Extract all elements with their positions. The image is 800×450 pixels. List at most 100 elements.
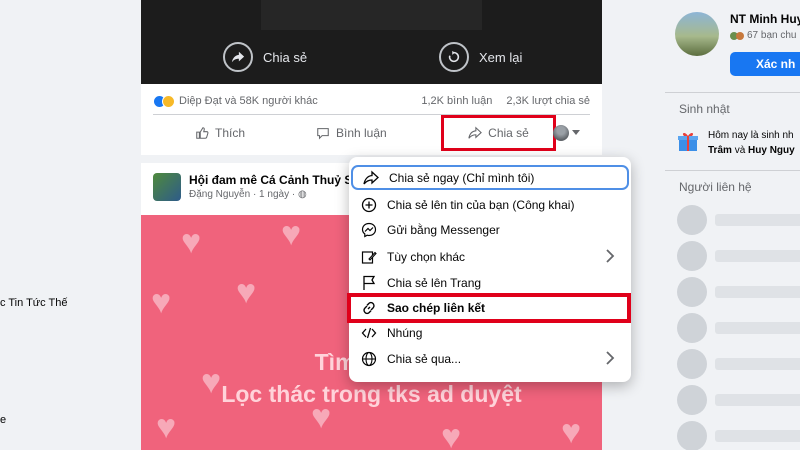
- heart-decoration: ♥: [236, 273, 257, 311]
- share-arrow-icon: [363, 170, 379, 184]
- contact-name-placeholder: [715, 430, 800, 442]
- menu-item-label: Gửi bằng Messenger: [387, 222, 500, 237]
- contacts-heading: Người liên hệ: [679, 180, 752, 194]
- share-menu: Chia sẻ ngay (Chỉ mình tôi) Chia sẻ lên …: [347, 157, 631, 382]
- gift-icon: [678, 132, 698, 151]
- mutual-avatar: [736, 31, 744, 40]
- heart-decoration: ♥: [441, 418, 462, 450]
- code-icon: [361, 327, 377, 338]
- post-time[interactable]: 1 ngày: [259, 189, 289, 200]
- avatar: [677, 313, 707, 343]
- menu-item-embed[interactable]: Nhúng: [351, 320, 629, 345]
- heart-decoration: ♥: [561, 413, 582, 450]
- menu-item-share-now[interactable]: Chia sẻ ngay (Chỉ mình tôi): [351, 165, 629, 190]
- mutual-friends: 67 bạn chu: [730, 30, 797, 41]
- menu-item-share-to-story[interactable]: Chia sẻ lên tin của bạn (Công khai): [351, 192, 629, 217]
- contact-item[interactable]: [677, 313, 800, 343]
- menu-item-more-options[interactable]: Tùy chọn khác: [351, 244, 629, 269]
- comment-label: Bình luận: [336, 126, 387, 140]
- globe-icon: [361, 351, 377, 366]
- contact-item[interactable]: [677, 241, 800, 271]
- haha-reaction-icon: [162, 94, 175, 108]
- friend-request-avatar[interactable]: [675, 12, 719, 56]
- chevron-right-icon: [606, 351, 615, 365]
- birthday-text: Hôm nay là sinh nh: [708, 130, 794, 141]
- birthdays-heading: Sinh nhật: [679, 102, 730, 116]
- share-arrow-icon: [468, 126, 483, 139]
- menu-item-label: Chia sẻ lên Trang: [387, 275, 482, 290]
- menu-item-label: Chia sẻ lên tin của bạn (Công khai): [387, 197, 575, 212]
- image-caption-line2: Lọc thác trong tks ad duyệt: [221, 381, 522, 407]
- right-sidebar: NT Minh Huyề 67 bạn chu Xác nh Sinh nhật…: [665, 0, 800, 450]
- shares-count[interactable]: 2,3K lượt chia sẻ: [506, 95, 590, 107]
- contact-item[interactable]: [677, 349, 800, 379]
- avatar: [677, 241, 707, 271]
- contact-name-placeholder: [715, 322, 800, 334]
- video-end-screen: Chia sẻ Xem lại: [141, 0, 602, 84]
- link-icon: [363, 301, 375, 315]
- menu-item-messenger[interactable]: Gửi bằng Messenger: [351, 217, 629, 242]
- group-name[interactable]: Hội đam mê Cá Cảnh Thuỷ Sin: [189, 173, 363, 187]
- comment-icon: [317, 128, 329, 140]
- plus-circle-icon: [361, 197, 377, 212]
- audience-selector[interactable]: [553, 125, 580, 141]
- video-share-label: Chia sẻ: [263, 49, 308, 65]
- video-replay-label: Xem lại: [479, 49, 523, 65]
- video-replay-button[interactable]: Xem lại: [439, 40, 522, 74]
- chevron-down-icon: [572, 130, 580, 135]
- comment-button[interactable]: Bình luận: [316, 126, 387, 140]
- menu-item-label: Tùy chọn khác: [387, 249, 466, 264]
- contact-name-placeholder: [715, 394, 800, 406]
- confirm-button[interactable]: Xác nh: [730, 52, 800, 76]
- menu-item-share-to-page[interactable]: Chia sẻ lên Trang: [351, 270, 629, 295]
- avatar: [677, 385, 707, 415]
- divider: [665, 170, 800, 171]
- contact-name-placeholder: [715, 286, 800, 298]
- video-frame: [261, 0, 482, 30]
- friend-request-name[interactable]: NT Minh Huyề: [730, 12, 800, 26]
- like-button[interactable]: Thích: [195, 126, 245, 140]
- video-share-button[interactable]: Chia sẻ: [223, 40, 307, 74]
- like-icon: [196, 127, 209, 139]
- like-label: Thích: [215, 126, 246, 140]
- contact-name-placeholder: [715, 250, 800, 262]
- left-sidebar-item[interactable]: c Tin Tức Thế: [0, 297, 67, 309]
- avatar: [677, 277, 707, 307]
- birthday-name[interactable]: Huy Nguy: [748, 145, 795, 156]
- contact-item[interactable]: [677, 421, 800, 450]
- globe-icon: ◍: [297, 189, 307, 200]
- divider: [665, 92, 800, 93]
- contact-item[interactable]: [677, 277, 800, 307]
- contact-item[interactable]: [677, 385, 800, 415]
- birthday-and: và: [734, 145, 746, 156]
- group-avatar[interactable]: [153, 173, 181, 201]
- menu-item-label: Nhúng: [387, 325, 423, 340]
- post-author[interactable]: Đặng Nguyễn: [189, 189, 250, 200]
- heart-decoration: ♥: [151, 283, 172, 321]
- share-arrow-icon: [223, 42, 253, 72]
- replay-icon: [439, 42, 469, 72]
- chevron-right-icon: [606, 249, 615, 263]
- share-button[interactable]: Chia sẻ: [441, 115, 556, 151]
- comments-count[interactable]: 1,2K bình luận: [421, 95, 492, 107]
- menu-item-label: Chia sẻ ngay (Chỉ mình tôi): [389, 170, 535, 185]
- menu-item-copy-link[interactable]: Sao chép liên kết: [347, 293, 631, 323]
- avatar: [677, 205, 707, 235]
- share-label: Chia sẻ: [488, 126, 529, 140]
- heart-decoration: ♥: [181, 223, 202, 261]
- avatar: [677, 349, 707, 379]
- mutual-friends-text: 67 bạn chu: [747, 30, 797, 41]
- reactions-summary[interactable]: Diệp Đạt và 58K người khác: [179, 95, 318, 107]
- messenger-icon: [361, 222, 377, 238]
- avatar: [677, 421, 707, 450]
- left-sidebar-item[interactable]: e: [0, 414, 6, 426]
- contact-name-placeholder: [715, 214, 800, 226]
- menu-item-share-via[interactable]: Chia sẻ qua...: [351, 346, 629, 371]
- feed-post: Chia sẻ Xem lại Diệp Đạt và 58K người kh…: [141, 0, 602, 155]
- contact-item[interactable]: [677, 205, 800, 235]
- post-stats: Diệp Đạt và 58K người khác 1,2K bình luậ…: [153, 92, 590, 110]
- edit-icon: [361, 250, 377, 264]
- birthday-name[interactable]: Trâm: [708, 145, 732, 156]
- menu-item-label: Sao chép liên kết: [387, 301, 486, 315]
- post-meta: Đặng Nguyễn · 1 ngày · ◍: [189, 189, 363, 200]
